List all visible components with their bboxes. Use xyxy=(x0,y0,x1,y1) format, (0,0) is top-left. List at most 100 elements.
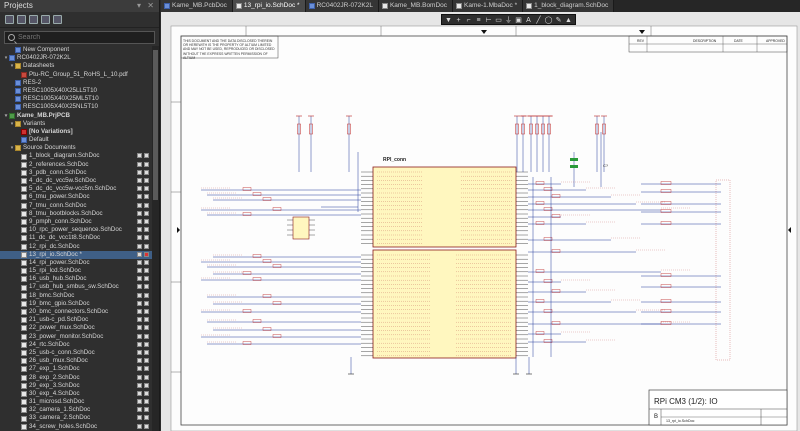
power-icon[interactable]: ⏚ xyxy=(504,16,513,25)
document-status-flags xyxy=(137,210,149,216)
schdoc-item[interactable]: 18_bmc.SchDoc xyxy=(0,292,152,300)
schematic-sheet[interactable] xyxy=(161,12,800,431)
tree-item[interactable]: RES-2 xyxy=(0,79,152,87)
saved-flag-icon xyxy=(137,259,142,265)
arrow-icon[interactable]: ▲ xyxy=(564,16,573,25)
schdoc-item[interactable]: 22_power_mux.SchDoc xyxy=(0,324,152,332)
tree-item[interactable]: RESC1005X40X25LL5T10 xyxy=(0,87,152,95)
document-status-flags xyxy=(137,325,149,331)
schdoc-item[interactable]: 9_pmph_conn.SchDoc xyxy=(0,218,152,226)
schdoc-item[interactable]: 21_usb-c_pd.SchDoc xyxy=(0,316,152,324)
comp-icon xyxy=(15,96,21,103)
schdoc-item[interactable]: 11_dc_dc_vcc1t8.SchDoc xyxy=(0,234,152,242)
port-icon[interactable]: ▭ xyxy=(494,16,503,25)
proj-icon xyxy=(9,112,15,119)
tree-item-label: Source Documents xyxy=(23,144,76,152)
tree-item[interactable]: ▾ Source Documents xyxy=(0,144,152,152)
document-tab[interactable]: 13_rpi_io.SchDoc * xyxy=(232,0,306,12)
revision-header-cell: APPROVED xyxy=(766,39,785,43)
document-tab[interactable]: Kame-1.MbaDoc * xyxy=(453,0,524,12)
document-tab[interactable]: RC0402JR-072K2L xyxy=(305,0,379,12)
document-status-flags xyxy=(137,341,149,347)
schdoc-item[interactable]: 15_rpi_lcd.SchDoc xyxy=(0,267,152,275)
add-icon[interactable]: + xyxy=(454,16,463,25)
tree-item[interactable]: ▾ Variants xyxy=(0,120,152,128)
comp-icon xyxy=(164,3,170,9)
tree-item[interactable]: ▾ Datasheets xyxy=(0,62,152,70)
project-search-box[interactable] xyxy=(4,31,155,44)
open-folder-icon[interactable] xyxy=(17,15,26,24)
settings-icon[interactable] xyxy=(53,15,62,24)
tree-item-label: Default xyxy=(29,136,49,144)
schdoc-item[interactable]: 30_exp_4.SchDoc xyxy=(0,390,152,398)
schdoc-item[interactable]: 7_tmu_conn.SchDoc xyxy=(0,202,152,210)
schdoc-item[interactable]: 6_tmu_power.SchDoc xyxy=(0,193,152,201)
schdoc-item[interactable]: 2_references.SchDoc xyxy=(0,161,152,169)
scrollbar-thumb[interactable] xyxy=(153,50,158,200)
panel-controls[interactable]: ▾ ✕ xyxy=(137,0,159,12)
tree-item[interactable]: [No Variations] xyxy=(0,128,152,136)
schdoc-item[interactable]: 5_dc_dc_vcc5w-vcc5m.SchDoc xyxy=(0,185,152,193)
tree-item[interactable]: ▾ Kame_MB.PrjPCB xyxy=(0,112,152,120)
comp-icon xyxy=(15,79,21,86)
document-tab[interactable]: Kame_MB.BomDoc xyxy=(378,0,454,12)
schdoc-item[interactable]: 29_exp_3.SchDoc xyxy=(0,382,152,390)
note-icon[interactable]: ✎ xyxy=(554,16,563,25)
doc-icon xyxy=(21,219,27,226)
wire-icon[interactable]: ⌐ xyxy=(464,16,473,25)
schematic-workspace[interactable]: ▼ + ⌐ ≡ ⊢ ▭ ⏚ ▣ A ╱ ◯ ✎ ▲ THIS DOCUMENT AND THE DATA… xyxy=(161,12,800,431)
tree-item[interactable]: ▾ RC0402JR-072K2L xyxy=(0,54,152,62)
tree-item[interactable]: New Component xyxy=(0,46,152,54)
schdoc-item[interactable]: 19_bmc_gpio.SchDoc xyxy=(0,300,152,308)
schdoc-item[interactable]: 17_usb_hub_smbus_sw.SchDoc xyxy=(0,283,152,291)
schdoc-item[interactable]: 12_rpi_dc.SchDoc xyxy=(0,243,152,251)
schdoc-item[interactable]: 13_rpi_io.SchDoc * xyxy=(0,250,152,259)
save-icon[interactable] xyxy=(29,15,38,24)
modified-flag-icon xyxy=(144,407,149,413)
tree-item[interactable]: RESC1005X40X25ML5T10 xyxy=(0,95,152,103)
search-input[interactable] xyxy=(18,34,138,41)
schdoc-item[interactable]: 10_rpc_power_sequence.SchDoc xyxy=(0,226,152,234)
schdoc-item[interactable]: 34_screw_holes.SchDoc xyxy=(0,423,152,431)
doc-icon xyxy=(21,235,27,242)
schdoc-item[interactable]: 14_rpi_power.SchDoc xyxy=(0,259,152,267)
net-icon[interactable]: ⊢ xyxy=(484,16,493,25)
tab-label: Kame_MB.BomDoc xyxy=(389,2,448,9)
schdoc-item[interactable]: 32_camera_1.SchDoc xyxy=(0,406,152,414)
tree-item[interactable]: Default xyxy=(0,136,152,144)
schdoc-item[interactable]: 3_pdb_conn.SchDoc xyxy=(0,169,152,177)
filter-icon[interactable]: ▼ xyxy=(444,16,453,25)
modified-flag-icon xyxy=(144,317,149,323)
compile-icon[interactable] xyxy=(41,15,50,24)
revision-header-cell: REV xyxy=(637,39,644,43)
part-icon[interactable]: ▣ xyxy=(514,16,523,25)
document-tab[interactable]: Kame_MB.PcbDoc xyxy=(161,0,233,12)
document-tab[interactable]: 1_block_diagram.SchDoc xyxy=(523,0,615,12)
schdoc-item[interactable]: 1_block_diagram.SchDoc xyxy=(0,152,152,160)
schdoc-item[interactable]: 27_exp_1.SchDoc xyxy=(0,365,152,373)
schdoc-item[interactable]: 31_microsd.SchDoc xyxy=(0,398,152,406)
tree-item[interactable]: RESC1005X40X25NL5T10 xyxy=(0,103,152,111)
line-icon[interactable]: ╱ xyxy=(534,16,543,25)
schdoc-item[interactable]: 23_power_monitor.SchDoc xyxy=(0,333,152,341)
shape-icon[interactable]: ◯ xyxy=(544,16,553,25)
schdoc-item[interactable]: 8_tmu_bootblocks.SchDoc xyxy=(0,210,152,218)
tree-item-label: 32_camera_1.SchDoc xyxy=(29,406,91,414)
tree-item-label: 34_screw_holes.SchDoc xyxy=(29,422,98,430)
schdoc-item[interactable]: 20_bmc_connectors.SchDoc xyxy=(0,308,152,316)
tree-item[interactable]: Ptu-RC_Group_51_RoHS_L_10.pdf xyxy=(0,71,152,79)
schdoc-item[interactable]: 4_dc_dc_vcc5w.SchDoc xyxy=(0,177,152,185)
tree-item-label: 5_dc_dc_vcc5w-vcc5m.SchDoc xyxy=(29,185,117,193)
schdoc-item[interactable]: 16_usb_hub.SchDoc xyxy=(0,275,152,283)
schdoc-item[interactable]: 28_exp_2.SchDoc xyxy=(0,374,152,382)
tree-item-label: 10_rpc_power_sequence.SchDoc xyxy=(29,226,122,234)
comp-icon xyxy=(15,104,21,111)
schdoc-item[interactable]: 25_usb-c_conn.SchDoc xyxy=(0,349,152,357)
schdoc-item[interactable]: 26_usb_mux.SchDoc xyxy=(0,357,152,365)
project-tree-scrollbar[interactable] xyxy=(152,46,159,431)
workspace-icon[interactable] xyxy=(5,15,14,24)
text-icon[interactable]: A xyxy=(524,16,533,25)
schdoc-item[interactable]: 33_camera_2.SchDoc xyxy=(0,414,152,422)
bus-icon[interactable]: ≡ xyxy=(474,16,483,25)
schdoc-item[interactable]: 24_rtc.SchDoc xyxy=(0,341,152,349)
